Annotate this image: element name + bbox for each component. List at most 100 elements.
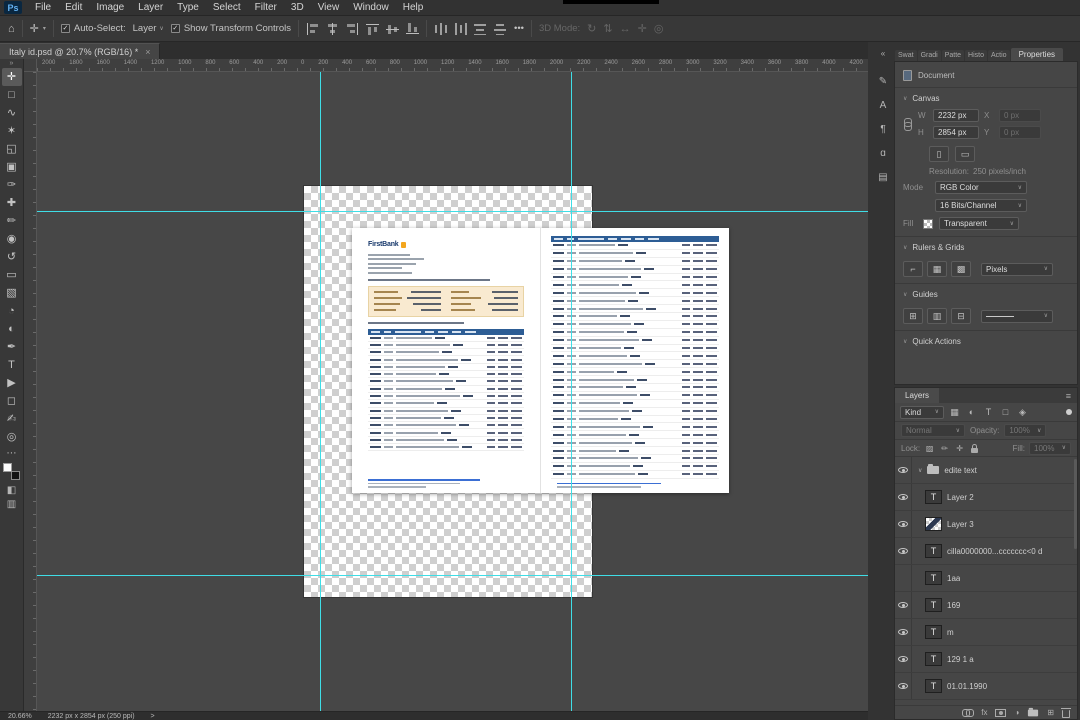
- pixel-layer-thumbnail[interactable]: [925, 517, 942, 531]
- hand-tool[interactable]: ✍: [2, 410, 22, 428]
- gradient-tool[interactable]: ▧: [2, 284, 22, 302]
- guide-horizontal-2[interactable]: [37, 575, 868, 576]
- text-layer-thumbnail[interactable]: T: [925, 625, 942, 639]
- guide-vertical-2[interactable]: [571, 72, 572, 711]
- expand-toolbar-icon[interactable]: »: [10, 60, 14, 68]
- snap-to-grid-button[interactable]: ▩: [951, 261, 971, 277]
- canvas-section-header[interactable]: ∨ Canvas: [895, 90, 1077, 107]
- filter-pixel-layers-icon[interactable]: ▦: [948, 406, 961, 419]
- statement-document[interactable]: FirstBank: [352, 228, 729, 493]
- link-dimensions-icon[interactable]: [903, 117, 912, 131]
- canvas-viewport[interactable]: FirstBank: [37, 72, 868, 711]
- align-right-edges-icon[interactable]: [346, 22, 359, 35]
- libraries-panel-icon[interactable]: ▤: [874, 165, 892, 189]
- pen-tool[interactable]: ✒: [2, 338, 22, 356]
- menu-layer[interactable]: Layer: [131, 0, 170, 16]
- lock-transparency-icon[interactable]: ▨: [924, 442, 935, 454]
- text-layer-thumbnail[interactable]: T: [925, 598, 942, 612]
- panel-menu-icon[interactable]: ≡: [1066, 391, 1071, 401]
- toggle-grid-button[interactable]: ▦: [927, 261, 947, 277]
- lock-position-icon[interactable]: ✛: [954, 442, 965, 454]
- layer-row-129-1-a[interactable]: T 129 1 a: [895, 646, 1077, 673]
- menu-edit[interactable]: Edit: [58, 0, 89, 16]
- glyphs-panel-icon[interactable]: ɑ: [874, 141, 892, 165]
- foreground-color-swatch[interactable]: [3, 463, 12, 472]
- distribute-horizontal-icon[interactable]: [434, 22, 447, 35]
- tab-layers[interactable]: Layers: [895, 388, 940, 403]
- align-more-options[interactable]: •••: [514, 23, 524, 34]
- delete-layer-icon[interactable]: [1061, 707, 1071, 718]
- color-swatches[interactable]: [3, 463, 20, 480]
- marquee-tool[interactable]: □: [2, 86, 22, 104]
- layers-scrollbar[interactable]: [1074, 459, 1077, 549]
- shape-tool[interactable]: ◻: [2, 392, 22, 410]
- layer-row-1aa[interactable]: T 1aa: [895, 565, 1077, 592]
- filter-smart-objects-icon[interactable]: ◈: [1016, 406, 1029, 419]
- menu-3d[interactable]: 3D: [284, 0, 311, 16]
- auto-select-checkbox[interactable]: ✓ Auto-Select:: [60, 23, 126, 34]
- layer-visibility-eye-icon[interactable]: [895, 457, 912, 483]
- zoom-tool[interactable]: ◎: [2, 428, 22, 446]
- frame-tool[interactable]: ▣: [2, 158, 22, 176]
- layer-visibility-eye-icon[interactable]: [895, 511, 912, 537]
- dodge-tool[interactable]: ◐: [2, 320, 22, 338]
- text-layer-thumbnail[interactable]: T: [925, 544, 942, 558]
- menu-window[interactable]: Window: [346, 0, 396, 16]
- menu-help[interactable]: Help: [396, 0, 431, 16]
- align-left-edges-icon[interactable]: [306, 22, 319, 35]
- blur-tool[interactable]: ◔: [2, 302, 22, 320]
- eraser-tool[interactable]: ▭: [2, 266, 22, 284]
- layer-row-layer-2[interactable]: T Layer 2: [895, 484, 1077, 511]
- layer-visibility-eye-icon[interactable]: [895, 673, 912, 699]
- filter-toggle-icon[interactable]: [1066, 409, 1072, 415]
- quick-selection-tool[interactable]: ✶: [2, 122, 22, 140]
- layer-row-edite-text[interactable]: ∨ edite text: [895, 457, 1077, 484]
- canvas-width-field[interactable]: 2232 px: [933, 109, 979, 122]
- status-menu-arrow[interactable]: >: [151, 713, 155, 720]
- align-horizontal-centers-icon[interactable]: [326, 22, 339, 35]
- color-mode-dropdown[interactable]: RGB Color ∨: [935, 181, 1027, 194]
- collapse-panels-icon[interactable]: «: [874, 46, 892, 61]
- text-layer-thumbnail[interactable]: T: [925, 490, 942, 504]
- guide-horizontal-1[interactable]: [37, 211, 868, 212]
- menu-type[interactable]: Type: [170, 0, 206, 16]
- move-tool[interactable]: ✛: [1, 68, 22, 86]
- paragraph-panel-icon[interactable]: ¶: [874, 117, 892, 141]
- layer-filter-kind-dropdown[interactable]: Kind ∨: [900, 405, 944, 419]
- layer-visibility-eye-icon[interactable]: [895, 484, 912, 510]
- layer-row-169[interactable]: T 169: [895, 592, 1077, 619]
- document-tab[interactable]: Italy id.psd @ 20.7% (RGB/16) * ×: [0, 43, 161, 59]
- lasso-tool[interactable]: ∿: [2, 104, 22, 122]
- brush-settings-panel-icon[interactable]: ✎: [874, 69, 892, 93]
- screen-mode-icon[interactable]: ▥: [2, 497, 22, 511]
- guides-section-header[interactable]: ∨ Guides: [895, 286, 1077, 303]
- history-brush-tool[interactable]: ↺: [2, 248, 22, 266]
- panel-tab-swat[interactable]: Swat: [895, 50, 917, 61]
- auto-select-target-dropdown[interactable]: Layer ∨: [133, 23, 164, 34]
- ruler-vertical[interactable]: [24, 72, 37, 711]
- edit-toolbar-icon[interactable]: ⋯: [2, 446, 22, 460]
- menu-file[interactable]: File: [28, 0, 58, 16]
- new-group-icon[interactable]: [1028, 707, 1039, 716]
- filter-adjustment-layers-icon[interactable]: ◐: [965, 406, 978, 419]
- canvas-fill-dropdown[interactable]: Transparent ∨: [939, 217, 1019, 230]
- new-layer-icon[interactable]: ⊞: [1047, 708, 1054, 717]
- align-vertical-centers-icon[interactable]: [386, 22, 399, 35]
- ruler-horizontal[interactable]: 2000 1800 1600 1400 1200 1000 800 600 400 200 0 200…: [37, 59, 868, 72]
- eyedropper-tool[interactable]: ✑: [2, 176, 22, 194]
- layer-effects-icon[interactable]: fx: [981, 708, 987, 717]
- quick-actions-section-header[interactable]: ∨ Quick Actions: [895, 333, 1077, 350]
- panel-tab-histo[interactable]: Histo: [965, 50, 987, 61]
- clone-stamp-tool[interactable]: ◉: [2, 230, 22, 248]
- crop-tool[interactable]: ◱: [2, 140, 22, 158]
- layer-visibility-empty[interactable]: [895, 565, 912, 591]
- lock-all-icon[interactable]: [969, 442, 980, 454]
- orientation-portrait-button[interactable]: ▯: [929, 146, 949, 162]
- fill-dropdown[interactable]: 100% ∨: [1029, 441, 1071, 455]
- ruler-origin-corner[interactable]: [24, 59, 37, 72]
- layer-visibility-eye-icon[interactable]: [895, 592, 912, 618]
- quick-mask-icon[interactable]: ◧: [2, 483, 22, 497]
- close-tab-icon[interactable]: ×: [145, 47, 150, 57]
- menu-view[interactable]: View: [311, 0, 347, 16]
- distribute-vertical-centers-icon[interactable]: [454, 22, 467, 35]
